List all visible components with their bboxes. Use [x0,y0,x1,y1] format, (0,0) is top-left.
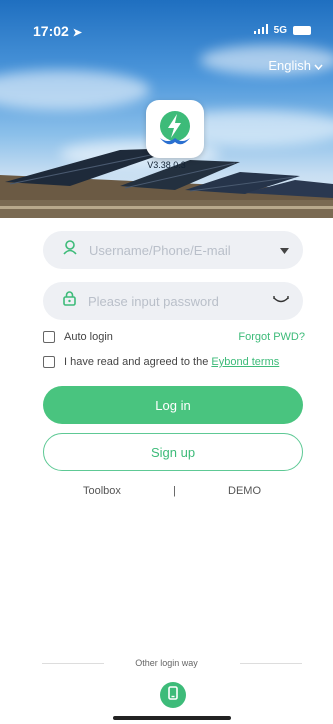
status-bar: 17:02 ➤ 5G [0,0,333,44]
terms-row[interactable]: I have read and agreed to the Eybond ter… [43,356,279,368]
auto-login-label: Auto login [64,331,113,343]
password-input[interactable] [86,292,273,310]
phone-icon [168,685,178,705]
terms-text: I have read and agreed to the [64,356,212,368]
eye-closed-icon[interactable] [273,292,289,310]
forgot-password-link[interactable]: Forgot PWD? [238,331,305,343]
other-login-section: Other login way [0,656,333,670]
lock-icon [63,291,76,311]
leaf-bolt-logo-icon [160,111,190,145]
hero-banner: 17:02 ➤ 5G English V3.38.0.3 [0,0,333,218]
username-input[interactable] [87,241,280,259]
auto-login-row[interactable]: Auto login [43,331,113,343]
status-indicators: 5G [253,24,311,37]
user-icon [63,240,77,260]
tools-divider: | [173,485,176,497]
language-selector[interactable]: English [268,58,323,73]
chevron-down-icon [314,58,323,73]
dropdown-triangle-icon[interactable] [280,241,289,259]
signal-icon [253,24,268,37]
divider-line [240,663,302,664]
terms-checkbox[interactable] [43,356,55,368]
app-version: V3.38.0.3 [147,160,186,170]
status-time-text: 17:02 [33,23,69,39]
phone-login-button[interactable] [160,682,186,708]
tools-row: Toolbox | DEMO [0,485,333,501]
username-field[interactable] [43,231,303,269]
signup-button[interactable]: Sign up [43,433,303,471]
login-button[interactable]: Log in [43,386,303,424]
network-type: 5G [273,25,287,36]
toolbox-link[interactable]: Toolbox [83,485,121,497]
app-logo [146,100,204,158]
language-label: English [268,58,311,73]
status-time: 17:02 ➤ [33,23,82,39]
terms-link[interactable]: Eybond terms [211,356,279,368]
home-indicator [113,716,231,720]
auto-login-checkbox[interactable] [43,331,55,343]
location-arrow-icon: ➤ [72,27,82,39]
battery-icon [293,26,311,35]
password-field[interactable] [43,282,303,320]
demo-link[interactable]: DEMO [228,485,261,497]
